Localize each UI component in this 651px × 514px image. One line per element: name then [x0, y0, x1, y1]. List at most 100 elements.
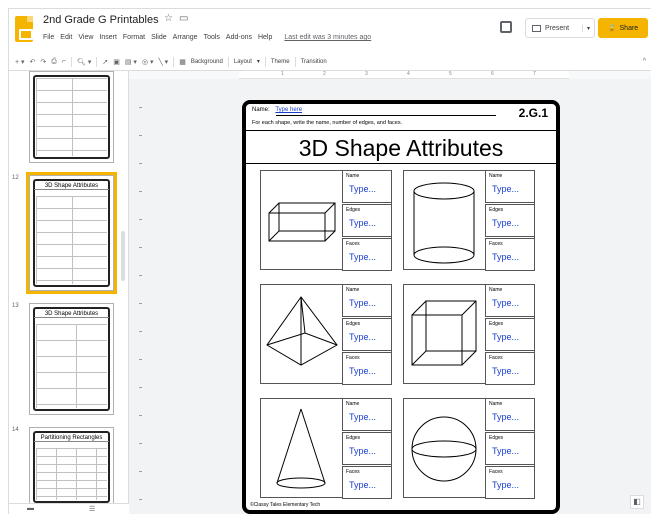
edges-field[interactable]: Edges Type...	[485, 432, 535, 465]
field-value[interactable]: Type...	[492, 218, 519, 228]
pyramid-icon	[266, 296, 338, 366]
grid-view-icon[interactable]: ▬	[27, 505, 34, 512]
document-title[interactable]: 2nd Grade G Printables	[43, 14, 159, 26]
edges-field[interactable]: Edges Type...	[485, 318, 535, 351]
edges-field[interactable]: Edges Type...	[342, 432, 392, 465]
faces-field[interactable]: Faces Type...	[485, 352, 535, 385]
slide-number: 14	[12, 427, 19, 433]
share-button[interactable]: 🔒 Share	[598, 18, 648, 38]
ruler-tick	[139, 107, 142, 108]
edges-field[interactable]: Edges Type...	[485, 204, 535, 237]
menu-addons[interactable]: Add-ons	[226, 34, 252, 41]
field-value[interactable]: Type...	[492, 480, 519, 490]
field-label: Edges	[489, 321, 504, 327]
name-field[interactable]: Name Type...	[485, 170, 535, 203]
field-value[interactable]: Type...	[349, 252, 376, 262]
folder-icon[interactable]: ▭	[179, 13, 188, 24]
slide-thumbnail[interactable]: Partitioning Rectangles	[29, 427, 114, 507]
text-box-icon[interactable]: ▣	[113, 58, 120, 66]
cube-icon	[411, 300, 477, 366]
slides-logo-icon[interactable]	[15, 16, 33, 42]
name-field[interactable]: Name Type...	[342, 284, 392, 317]
menu-help[interactable]: Help	[258, 34, 272, 41]
shape-icon[interactable]: ◎ ▾	[142, 58, 154, 66]
undo-icon[interactable]: ↶	[30, 58, 36, 66]
menu-format[interactable]: Format	[123, 34, 145, 41]
field-label: Name	[489, 287, 503, 293]
toolbar: + ▾ ↶ ↷ ⎙ ⌐ 🔍︎ ▾ ➚ ▣ ▤ ▾ ◎ ▾ ╲ ▾ ▦ Backg…	[9, 53, 651, 71]
menu-file[interactable]: File	[43, 34, 54, 41]
menu-slide[interactable]: Slide	[151, 34, 167, 41]
field-value[interactable]: Type...	[349, 480, 376, 490]
faces-field[interactable]: Faces Type...	[485, 238, 535, 271]
field-value[interactable]: Type...	[349, 332, 376, 342]
field-value[interactable]: Type...	[349, 366, 376, 376]
field-label: Name	[346, 173, 360, 179]
image-icon[interactable]: ▤ ▾	[125, 58, 137, 66]
present-button[interactable]: Present ▾	[525, 18, 595, 38]
slide-thumbnail[interactable]	[29, 71, 114, 163]
slide-thumbnail[interactable]: 3D Shape Attributes	[29, 303, 114, 415]
vertical-ruler	[139, 79, 143, 514]
field-value[interactable]: Type...	[492, 446, 519, 456]
collapse-icon[interactable]: ^	[643, 58, 646, 65]
last-edit-link[interactable]: Last edit was 3 minutes ago	[284, 34, 371, 41]
zoom-icon[interactable]: 🔍︎ ▾	[77, 58, 91, 66]
field-value[interactable]: Type...	[492, 332, 519, 342]
menu-tools[interactable]: Tools	[204, 34, 220, 41]
print-icon[interactable]: ⎙	[51, 58, 57, 66]
comment-add-icon[interactable]: ▦	[179, 58, 186, 66]
field-value[interactable]: Type...	[349, 218, 376, 228]
menu-edit[interactable]: Edit	[60, 34, 72, 41]
menu-insert[interactable]: Insert	[99, 34, 117, 41]
field-label: Name	[346, 287, 360, 293]
field-value[interactable]: Type...	[492, 184, 519, 194]
field-label: Name	[489, 401, 503, 407]
explore-icon[interactable]: ◧	[630, 495, 644, 509]
edges-field[interactable]: Edges Type...	[342, 318, 392, 351]
name-input[interactable]: Type here	[275, 107, 302, 113]
copyright: ©Classy Tales Elementary Tech	[250, 502, 321, 508]
edges-field[interactable]: Edges Type...	[342, 204, 392, 237]
filmstrip-footer: ▬ ☰	[9, 503, 129, 514]
name-field[interactable]: Name Type...	[342, 170, 392, 203]
name-field[interactable]: Name Type...	[485, 284, 535, 317]
menu-view[interactable]: View	[78, 34, 93, 41]
faces-field[interactable]: Faces Type...	[485, 466, 535, 499]
faces-field[interactable]: Faces Type...	[342, 352, 392, 385]
field-value[interactable]: Type...	[492, 252, 519, 262]
comment-history-icon[interactable]	[500, 21, 512, 33]
filmstrip-view-icon[interactable]: ☰	[89, 505, 95, 513]
worksheet-slide[interactable]: Name: Type here 2.G.1 For each shape, wr…	[242, 100, 560, 514]
redo-icon[interactable]: ↷	[40, 58, 46, 66]
new-slide-icon[interactable]: + ▾	[15, 58, 25, 66]
field-label: Edges	[346, 207, 361, 213]
background-button[interactable]: Background	[191, 59, 223, 65]
select-icon[interactable]: ➚	[102, 58, 108, 66]
line-icon[interactable]: ╲ ▾	[159, 58, 169, 66]
menu-arrange[interactable]: Arrange	[173, 34, 198, 41]
filmstrip-scrollbar[interactable]	[121, 231, 125, 281]
field-label: Faces	[346, 241, 360, 247]
field-value[interactable]: Type...	[349, 412, 376, 422]
field-value[interactable]: Type...	[492, 412, 519, 422]
star-icon[interactable]: ☆	[164, 13, 173, 24]
field-value[interactable]: Type...	[349, 298, 376, 308]
theme-button[interactable]: Theme	[271, 59, 290, 65]
field-value[interactable]: Type...	[492, 366, 519, 376]
layout-button[interactable]: Layout	[234, 59, 252, 65]
faces-field[interactable]: Faces Type...	[342, 238, 392, 271]
rectangular-prism-icon	[268, 202, 336, 242]
name-field[interactable]: Name Type...	[342, 398, 392, 431]
ruler-tick	[139, 135, 142, 136]
field-value[interactable]: Type...	[492, 298, 519, 308]
transition-button[interactable]: Transition	[301, 59, 327, 65]
chevron-down-icon[interactable]: ▾	[581, 24, 590, 32]
faces-field[interactable]: Faces Type...	[342, 466, 392, 499]
field-value[interactable]: Type...	[349, 446, 376, 456]
name-field[interactable]: Name Type...	[485, 398, 535, 431]
slide-thumbnail-selected[interactable]: 3D Shape Attributes	[26, 172, 117, 294]
ruler-tick	[139, 359, 142, 360]
paint-format-icon[interactable]: ⌐	[62, 58, 66, 65]
field-value[interactable]: Type...	[349, 184, 376, 194]
